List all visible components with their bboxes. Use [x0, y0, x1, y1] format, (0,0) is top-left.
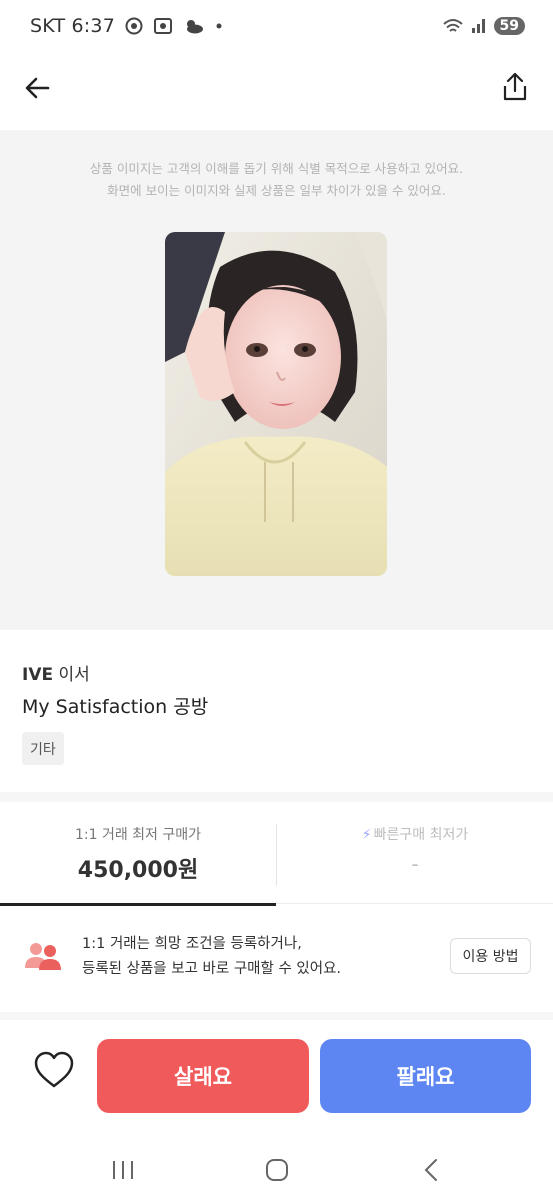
status-left: SKT 6:37	[30, 15, 223, 37]
tab-quick-buy-label-row: ⚡ 빠른구매 최저가	[277, 824, 553, 844]
wifi-icon	[442, 17, 464, 35]
back-icon	[424, 1159, 437, 1181]
home-icon	[266, 1159, 288, 1181]
tab-quick-buy-label: 빠른구매 최저가	[373, 827, 469, 843]
signal-icon	[470, 17, 488, 35]
dot-icon	[215, 22, 223, 30]
member-name: 이서	[58, 665, 90, 685]
bottom-divider	[0, 1012, 553, 1020]
heart-icon	[34, 1051, 74, 1088]
image-notice: 상품 이미지는 고객의 이해를 돕기 위해 식별 목적으로 사용하고 있어요. …	[0, 158, 553, 202]
product-image-section: 상품 이미지는 고객의 이해를 돕기 위해 식별 목적으로 사용하고 있어요. …	[0, 130, 553, 630]
tab-baseline	[276, 903, 553, 904]
wishlist-button[interactable]	[32, 1050, 76, 1090]
weather-icon	[183, 17, 205, 35]
tab-quick-buy-price: -	[411, 852, 419, 876]
status-time: 6:37	[71, 15, 115, 37]
back-button[interactable]	[22, 72, 54, 104]
status-bar: SKT 6:37 59	[0, 0, 553, 52]
image-notice-line1: 상품 이미지는 고객의 이해를 돕기 위해 식별 목적으로 사용하고 있어요.	[89, 161, 464, 176]
tab-quick-buy[interactable]: ⚡ 빠른구매 최저가 -	[277, 802, 553, 906]
tab-direct-trade-label: 1:1 거래 최저 구매가	[74, 827, 202, 843]
lightning-icon: ⚡	[361, 827, 372, 843]
category-tag: 기타	[22, 732, 64, 765]
image-notice-line2: 화면에 보이는 이미지와 실제 상품은 일부 차이가 있을 수 있어요.	[107, 183, 446, 198]
brand-line[interactable]: IVE 이서	[22, 660, 90, 685]
how-to-use-button[interactable]: 이용 방법	[450, 938, 531, 974]
system-back-button[interactable]	[416, 1156, 446, 1184]
trade-info-text: 1:1 거래는 희망 조건을 등록하거나, 등록된 상품을 보고 바로 구매할 …	[82, 932, 432, 982]
battery-icon: 59	[493, 17, 525, 35]
recent-apps-button[interactable]	[108, 1156, 138, 1184]
sell-button[interactable]: 팔래요	[320, 1039, 531, 1113]
status-carrier: SKT	[30, 15, 66, 37]
top-bar	[0, 62, 553, 112]
price-tabs: 1:1 거래 최저 구매가 450,000원 ⚡ 빠른구매 최저가 -	[0, 802, 553, 906]
status-right: 59	[442, 17, 525, 35]
system-nav-bar	[0, 1140, 553, 1200]
trade-info-line1: 1:1 거래는 희망 조건을 등록하거나,	[82, 936, 302, 952]
action-bar: 살래요 팔래요	[0, 1020, 553, 1132]
buy-button[interactable]: 살래요	[97, 1039, 309, 1113]
tab-direct-trade[interactable]: 1:1 거래 최저 구매가 450,000원	[0, 802, 276, 906]
trade-info-banner: 1:1 거래는 희망 조건을 등록하거나, 등록된 상품을 보고 바로 구매할 …	[0, 908, 553, 1008]
tab-direct-trade-price: 450,000원	[77, 858, 199, 883]
screenshot-icon	[153, 17, 173, 35]
product-info: IVE 이서 My Satisfaction 공방 기타	[0, 632, 553, 792]
home-button[interactable]	[262, 1156, 292, 1184]
chrome-icon	[125, 17, 143, 35]
share-icon	[503, 72, 527, 101]
back-arrow-icon	[25, 77, 50, 99]
trade-info-line2: 등록된 상품을 보고 바로 구매할 수 있어요.	[82, 961, 342, 977]
product-title: My Satisfaction 공방	[22, 696, 209, 718]
section-divider	[0, 792, 553, 802]
product-photo[interactable]	[165, 232, 387, 576]
status-carrier-time: SKT 6:37	[30, 15, 115, 37]
share-button[interactable]	[499, 70, 531, 104]
people-icon	[24, 940, 62, 972]
recent-apps-icon	[113, 1161, 133, 1179]
brand-name: IVE	[22, 665, 54, 685]
active-tab-indicator	[0, 903, 276, 906]
photocard-image	[165, 232, 387, 576]
